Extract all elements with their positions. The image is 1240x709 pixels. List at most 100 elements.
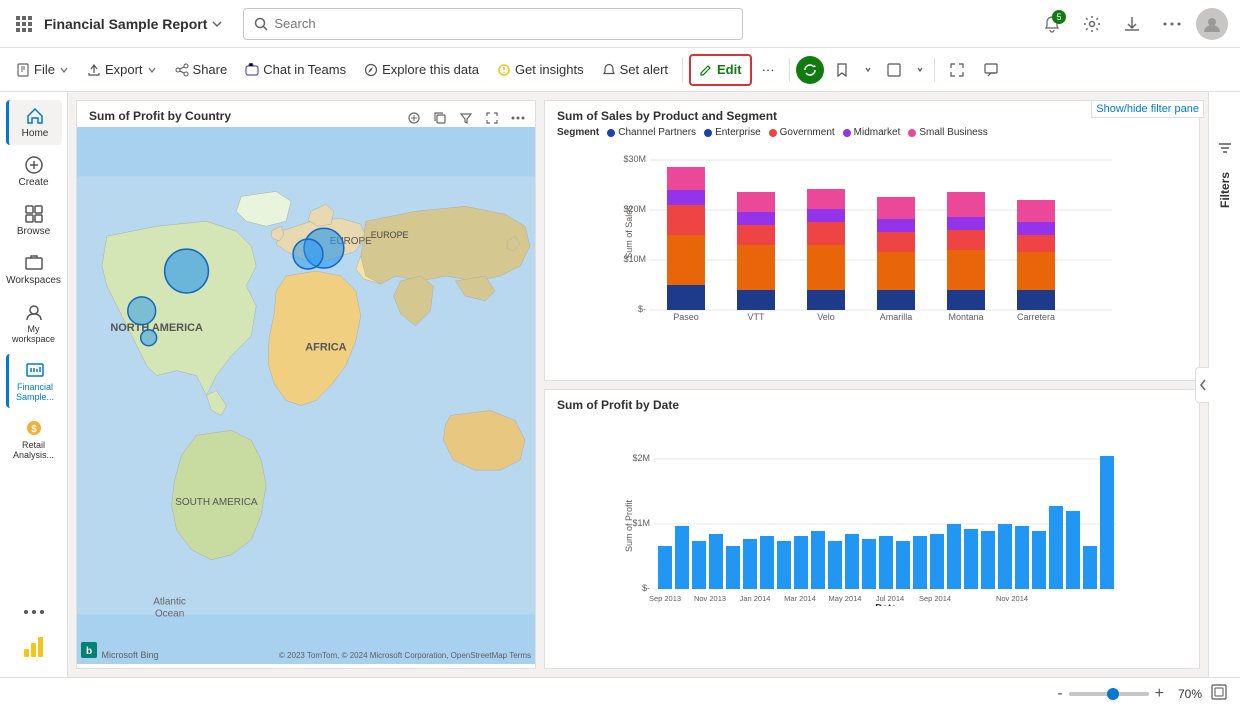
map-filter-button[interactable] bbox=[455, 107, 477, 129]
toolbar-divider bbox=[682, 58, 683, 82]
app-title[interactable]: Financial Sample Report bbox=[44, 16, 223, 32]
legend-channel-partners: Channel Partners bbox=[607, 127, 696, 138]
map-copy-button[interactable] bbox=[429, 107, 451, 129]
view-button[interactable] bbox=[878, 54, 910, 86]
sidebar-item-retail[interactable]: $ Retail Analysis... bbox=[6, 412, 62, 466]
bing-logo: b Microsoft Bing bbox=[81, 642, 159, 660]
svg-text:SOUTH AMERICA: SOUTH AMERICA bbox=[175, 497, 258, 508]
legend-enterprise: Enterprise bbox=[704, 127, 761, 138]
sidebar-my-workspace-label: My workspace bbox=[10, 324, 58, 344]
edit-button[interactable]: Edit bbox=[689, 54, 752, 86]
sidebar-item-browse[interactable]: Browse bbox=[6, 198, 62, 243]
zoom-slider[interactable] bbox=[1069, 692, 1149, 696]
search-input[interactable] bbox=[274, 16, 732, 31]
insights-button[interactable]: Get insights bbox=[489, 54, 592, 86]
user-avatar[interactable] bbox=[1196, 8, 1228, 40]
grid-icon[interactable] bbox=[12, 12, 36, 36]
svg-text:NORTH AMERICA: NORTH AMERICA bbox=[110, 322, 203, 334]
profit-chart-container: Sum of Profit by Date $- $1M $2M bbox=[545, 390, 1199, 669]
bar-chart-container: Sum of Sales by Product and Segment Segm… bbox=[545, 101, 1199, 380]
svg-text:Date: Date bbox=[875, 603, 897, 606]
map-bubble-usa-sw[interactable] bbox=[141, 330, 157, 346]
zoom-minus[interactable]: - bbox=[1057, 685, 1062, 703]
chart-legend: Segment Channel Partners Enterprise bbox=[557, 127, 1187, 138]
svg-text:Montana: Montana bbox=[948, 312, 983, 322]
legend-dot-small-business bbox=[908, 129, 916, 137]
file-button[interactable]: File bbox=[8, 54, 77, 86]
sidebar-item-workspaces[interactable]: Workspaces bbox=[6, 247, 62, 292]
legend-dot-midmarket bbox=[843, 129, 851, 137]
svg-text:EUROPE: EUROPE bbox=[371, 230, 409, 240]
share-button[interactable]: Share bbox=[167, 54, 236, 86]
sidebar-home-label: Home bbox=[22, 128, 49, 139]
toolbar-divider3 bbox=[934, 58, 935, 82]
sidebar-create-label: Create bbox=[18, 177, 48, 188]
profit-chart-title: Sum of Profit by Date bbox=[557, 398, 1187, 412]
filters-label[interactable]: Filters bbox=[1218, 172, 1232, 208]
svg-text:Sum of Sales: Sum of Sales bbox=[624, 205, 634, 259]
svg-text:Mar 2014: Mar 2014 bbox=[784, 594, 816, 603]
sidebar-retail-label: Retail Analysis... bbox=[10, 440, 58, 460]
fullscreen-button[interactable] bbox=[941, 54, 973, 86]
chat-teams-button[interactable]: Chat in Teams bbox=[237, 54, 354, 86]
fit-page-button[interactable] bbox=[1210, 683, 1228, 704]
svg-text:Sep 2013: Sep 2013 bbox=[649, 594, 681, 603]
search-bar[interactable] bbox=[243, 8, 743, 40]
paseo-enterprise bbox=[667, 235, 705, 285]
sidebar: Home Create Browse Workspaces My workspa… bbox=[0, 92, 68, 677]
world-map-svg: NORTH AMERICA SOUTH AMERICA AFRICA EUROP… bbox=[77, 127, 535, 664]
legend-small-business: Small Business bbox=[908, 127, 987, 138]
explore-button[interactable]: Explore this data bbox=[356, 54, 487, 86]
legend-dot-government bbox=[769, 129, 777, 137]
filter-icon bbox=[1217, 140, 1233, 156]
svg-text:Sep 2014: Sep 2014 bbox=[919, 594, 951, 603]
svg-text:Carretera: Carretera bbox=[1017, 312, 1055, 322]
powerbi-logo bbox=[20, 633, 48, 661]
svg-text:b: b bbox=[86, 646, 92, 657]
sidebar-item-my-workspace[interactable]: My workspace bbox=[6, 296, 62, 350]
paseo-midmarket bbox=[667, 190, 705, 205]
comment-button[interactable] bbox=[975, 54, 1007, 86]
zoom-level: 70% bbox=[1170, 687, 1202, 701]
sidebar-item-home[interactable]: Home bbox=[6, 100, 62, 145]
map-bubble-europe-med[interactable] bbox=[293, 239, 323, 269]
svg-text:May 2014: May 2014 bbox=[829, 594, 862, 603]
map-container[interactable]: NORTH AMERICA SOUTH AMERICA AFRICA EUROP… bbox=[77, 127, 535, 664]
map-focus-button[interactable] bbox=[403, 107, 425, 129]
svg-text:Nov 2014: Nov 2014 bbox=[996, 594, 1028, 603]
svg-text:Paseo: Paseo bbox=[673, 312, 699, 322]
svg-text:Nov 2013: Nov 2013 bbox=[694, 594, 726, 603]
map-more-button[interactable] bbox=[507, 107, 529, 129]
show-hide-filter-button[interactable]: Show/hide filter pane bbox=[1091, 100, 1204, 118]
notification-bell-button[interactable]: 5 bbox=[1036, 8, 1068, 40]
notification-badge: 5 bbox=[1052, 10, 1066, 24]
bookmark-chevron[interactable] bbox=[860, 62, 876, 78]
map-bubble-canada[interactable] bbox=[165, 249, 209, 293]
profit-chart-panel: Sum of Profit by Date $- $1M $2M bbox=[544, 389, 1200, 670]
more-options-button[interactable] bbox=[1156, 8, 1188, 40]
zoom-control: - + 70% bbox=[1057, 685, 1202, 703]
sidebar-item-create[interactable]: Create bbox=[6, 149, 62, 194]
top-bar: Financial Sample Report 5 bbox=[0, 0, 1240, 48]
download-button[interactable] bbox=[1116, 8, 1148, 40]
zoom-plus[interactable]: + bbox=[1155, 685, 1164, 703]
sidebar-item-financial[interactable]: Financial Sample... bbox=[6, 354, 62, 408]
map-bubble-usa-west[interactable] bbox=[128, 297, 156, 325]
alert-button[interactable]: Set alert bbox=[594, 54, 676, 86]
map-expand-button[interactable] bbox=[481, 107, 503, 129]
bookmark-button[interactable] bbox=[826, 54, 858, 86]
toolbar-more-button[interactable]: ··· bbox=[754, 54, 783, 86]
paseo-channel bbox=[667, 285, 705, 310]
collapse-filter-button[interactable] bbox=[1195, 367, 1209, 403]
chart-panels: Sum of Profit by Country bbox=[68, 92, 1208, 677]
sidebar-more-button[interactable] bbox=[6, 603, 62, 621]
canvas: Sum of Profit by Country bbox=[68, 92, 1208, 677]
legend-dot-channel bbox=[607, 129, 615, 137]
svg-text:Amarilla: Amarilla bbox=[880, 312, 913, 322]
view-chevron[interactable] bbox=[912, 62, 928, 78]
settings-button[interactable] bbox=[1076, 8, 1108, 40]
bottom-bar: - + 70% bbox=[0, 677, 1240, 709]
export-button[interactable]: Export bbox=[79, 54, 165, 86]
filter-bars-icon[interactable] bbox=[1217, 140, 1233, 156]
refresh-button[interactable] bbox=[796, 56, 824, 84]
